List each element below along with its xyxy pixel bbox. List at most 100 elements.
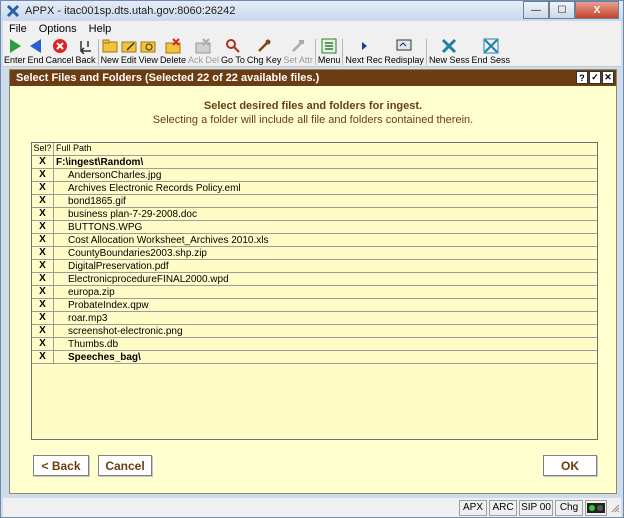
ack-del-button[interactable]: Ack Del	[187, 37, 220, 67]
selection-mark[interactable]: X	[32, 246, 54, 260]
grid-header: Sel? Full Path	[32, 143, 597, 156]
selection-mark[interactable]: X	[32, 233, 54, 247]
selection-mark[interactable]: X	[32, 337, 54, 351]
table-row[interactable]: X CountyBoundaries2003.shp.zip	[32, 246, 597, 260]
app-window: APPX - itac001sp.dts.utah.gov:8060:26242…	[0, 0, 624, 518]
selection-mark[interactable]: X	[32, 298, 54, 312]
table-row[interactable]: Xeuropa.zip	[32, 285, 597, 299]
status-bar: APX ARC SIP 00 Chg	[3, 498, 621, 517]
cancel-toolbar-button[interactable]: Cancel	[45, 37, 75, 67]
file-path: Cost Allocation Worksheet_Archives 2010.…	[68, 234, 269, 246]
table-row[interactable]: Xroar.mp3	[32, 311, 597, 325]
back-icon	[78, 38, 94, 54]
toolbar: Enter End Cancel Back New Edit View Dele…	[3, 37, 621, 67]
file-path: F:\ingest\Random\	[56, 156, 144, 168]
enter-button[interactable]: Enter	[3, 37, 27, 67]
next-rec-button[interactable]: Next Rec	[344, 37, 383, 67]
help-button[interactable]: ?	[576, 71, 588, 84]
table-row[interactable]: X Speeches_bag\	[32, 350, 597, 364]
table-row[interactable]: X BUTTONS.WPG	[32, 220, 597, 234]
redisplay-icon	[396, 38, 412, 54]
selection-mark[interactable]: X	[32, 194, 54, 208]
toolbar-separator	[342, 39, 344, 65]
file-path: BUTTONS.WPG	[68, 221, 143, 233]
title-bar[interactable]: APPX - itac001sp.dts.utah.gov:8060:26242…	[1, 1, 623, 21]
file-path: DigitalPreservation.pdf	[68, 260, 169, 272]
end-sess-button[interactable]: End Sess	[470, 37, 511, 67]
menu-button[interactable]: Menu	[317, 37, 342, 67]
file-path: CountyBoundaries2003.shp.zip	[68, 247, 207, 259]
table-row[interactable]: Xbond1865.gif	[32, 194, 597, 208]
new-sess-button[interactable]: New Sess	[428, 37, 471, 67]
magnifier-icon	[225, 38, 241, 54]
table-row[interactable]: X Thumbs.db	[32, 337, 597, 351]
window-title: APPX - itac001sp.dts.utah.gov:8060:26242	[25, 5, 236, 17]
sel-column-header[interactable]: Sel?	[32, 143, 54, 155]
view-folder-icon	[140, 38, 156, 54]
enter-icon	[7, 38, 23, 54]
status-light-icon	[585, 499, 607, 516]
delete-button[interactable]: Delete	[159, 37, 187, 67]
selection-mark[interactable]: X	[32, 220, 54, 234]
go-to-button[interactable]: Go To	[220, 37, 246, 67]
selection-mark[interactable]: X	[32, 259, 54, 273]
new-button[interactable]: New	[100, 37, 120, 67]
file-path: Archives Electronic Records Policy.eml	[68, 182, 241, 194]
table-row[interactable]: X AndersonCharles.jpg	[32, 168, 597, 182]
menu-file[interactable]: File	[3, 23, 33, 35]
file-path: AndersonCharles.jpg	[68, 169, 162, 181]
confirm-button[interactable]: ✓	[589, 71, 601, 84]
selection-mark[interactable]: X	[32, 285, 54, 299]
panel-title: Select Files and Folders (Selected 22 of…	[16, 72, 320, 84]
close-panel-button[interactable]: ✕	[602, 71, 614, 84]
selection-mark[interactable]: X	[32, 181, 54, 195]
back-button[interactable]: Back	[75, 37, 97, 67]
menu-options[interactable]: Options	[33, 23, 83, 35]
table-row[interactable]: Xscreenshot-electronic.png	[32, 324, 597, 338]
file-path: ProbateIndex.qpw	[68, 299, 149, 311]
table-row[interactable]: X ProbateIndex.qpw	[32, 298, 597, 312]
next-rec-icon	[356, 38, 372, 54]
status-arc: ARC	[489, 499, 517, 516]
instruction-heading: Select desired files and folders for ing…	[203, 100, 423, 112]
resize-grip-icon[interactable]	[609, 500, 621, 516]
ok-button[interactable]: OK	[543, 455, 597, 476]
edit-folder-icon	[121, 38, 137, 54]
cancel-button[interactable]: Cancel	[98, 455, 152, 476]
selection-mark[interactable]: X	[32, 324, 54, 338]
edit-button[interactable]: Edit	[120, 37, 138, 67]
file-grid: Sel? Full Path X F:\ingest\Random\ X Anders…	[31, 142, 598, 440]
chg-key-button[interactable]: Chg Key	[246, 37, 283, 67]
selection-mark[interactable]: X	[32, 207, 54, 221]
cancel-icon	[52, 38, 68, 54]
table-row[interactable]: X F:\ingest\Random\	[32, 155, 597, 169]
minimize-button[interactable]: —	[523, 1, 549, 19]
appx-logo-icon	[5, 3, 21, 19]
selection-mark[interactable]: X	[32, 272, 54, 286]
table-row[interactable]: X Archives Electronic Records Policy.eml	[32, 181, 597, 195]
selection-mark[interactable]: X	[32, 168, 54, 182]
delete-folder-icon	[165, 38, 181, 54]
table-row[interactable]: Xbusiness plan-7-29-2008.doc	[32, 207, 597, 221]
toolbar-separator	[97, 39, 99, 65]
end-button[interactable]: End	[27, 37, 45, 67]
instruction-text: Selecting a folder will include all file…	[152, 114, 474, 126]
table-row[interactable]: X ElectronicprocedureFINAL2000.wpd	[32, 272, 597, 286]
path-column-header[interactable]: Full Path	[54, 143, 597, 155]
table-row[interactable]: X Cost Allocation Worksheet_Archives 2010…	[32, 233, 597, 247]
maximize-button[interactable]: ☐	[549, 1, 575, 19]
table-row[interactable]: X DigitalPreservation.pdf	[32, 259, 597, 273]
close-window-button[interactable]: X	[575, 1, 619, 19]
redisplay-button[interactable]: Redisplay	[383, 37, 425, 67]
selection-mark[interactable]: X	[32, 155, 54, 169]
file-path: Thumbs.db	[68, 338, 119, 350]
selection-mark[interactable]: X	[32, 311, 54, 325]
selection-mark[interactable]: X	[32, 350, 54, 364]
view-button[interactable]: View	[138, 37, 159, 67]
set-attr-button[interactable]: Set Attr	[282, 37, 314, 67]
menu-help[interactable]: Help	[83, 23, 118, 35]
back-nav-button[interactable]: < Back	[33, 455, 89, 476]
menu-bar: File Options Help	[3, 21, 621, 37]
new-session-icon	[441, 38, 457, 54]
menu-icon	[321, 38, 337, 54]
